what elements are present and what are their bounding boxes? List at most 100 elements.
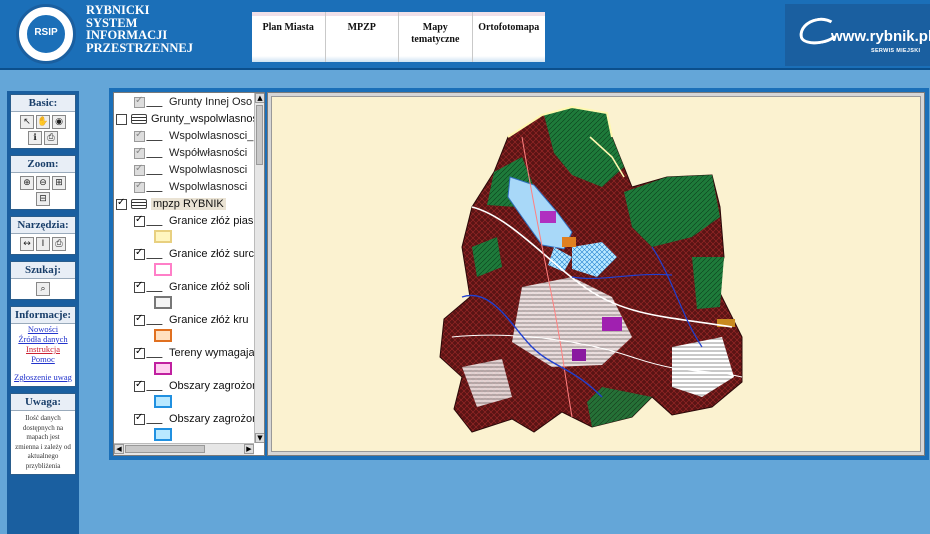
layer-label: Grunty Innej Oso bbox=[169, 96, 253, 108]
layer-label: Grunty_wspolwlasnos bbox=[151, 113, 258, 125]
scroll-thumb[interactable] bbox=[256, 105, 263, 165]
layer-row[interactable]: Granice złóż kru bbox=[134, 313, 248, 327]
layer-label: Granice złóż surc bbox=[169, 248, 254, 260]
layer-checkbox[interactable] bbox=[134, 313, 145, 326]
layer-icon bbox=[146, 216, 168, 226]
legend-swatch bbox=[154, 296, 172, 309]
layer-icon bbox=[146, 249, 168, 259]
link-nowosci[interactable]: Nowości bbox=[11, 324, 75, 334]
tab-mpzp[interactable]: MPZP bbox=[325, 12, 399, 62]
site-title-line: RYBNICKI bbox=[86, 3, 150, 17]
layer-label: Wspolwlasnosci bbox=[169, 164, 248, 176]
scroll-right-arrow-icon[interactable]: ▶ bbox=[244, 444, 254, 454]
rsip-logo[interactable]: RSIP bbox=[16, 4, 76, 64]
layer-row[interactable]: mpzp RYBNIK bbox=[116, 197, 226, 211]
link-zrodla-danych[interactable]: Źródła danych bbox=[11, 334, 75, 344]
layer-checkbox[interactable] bbox=[134, 214, 145, 227]
layer-row[interactable]: Granice złóż soli bbox=[134, 280, 250, 294]
layer-row[interactable]: Obszary zagrożor bbox=[134, 379, 256, 393]
layer-icon bbox=[146, 381, 168, 391]
layer-label: Wspolwlasnosci bbox=[169, 181, 248, 193]
pan-hand-icon[interactable]: ✋ bbox=[36, 115, 50, 129]
layer-icon bbox=[146, 97, 168, 107]
print-icon[interactable]: ⎙ bbox=[44, 131, 58, 145]
layer-row[interactable]: Tereny wymagaja bbox=[134, 346, 255, 360]
link-instrukcja[interactable]: Instrukcja bbox=[11, 344, 75, 354]
layer-checkbox[interactable] bbox=[134, 180, 145, 193]
layer-icon bbox=[146, 315, 168, 325]
layer-checkbox[interactable] bbox=[116, 197, 127, 210]
measure-icon[interactable]: ↔ bbox=[20, 237, 34, 251]
layer-checkbox[interactable] bbox=[134, 280, 145, 293]
layer-icon bbox=[146, 282, 168, 292]
layer-checkbox[interactable] bbox=[134, 163, 145, 176]
zoom-in-icon[interactable]: ⊕ bbox=[20, 176, 34, 190]
map-svg bbox=[439, 105, 743, 433]
panel-search: Szukaj: ⌕ bbox=[10, 261, 76, 300]
layer-row[interactable]: Granice złóż pias bbox=[134, 214, 253, 228]
layer-tree-horizontal-scrollbar[interactable]: ◀ ▶ bbox=[114, 443, 254, 455]
rybnik-brand-logo[interactable]: www.rybnik.pl SERWIS MIEJSKI bbox=[785, 4, 930, 66]
layer-checkbox[interactable] bbox=[134, 412, 145, 425]
layer-row[interactable]: Wspolwlasnosci_ bbox=[134, 129, 253, 143]
map-frame: Grunty Innej Oso Grunty_wspolwlasnos Wspol… bbox=[109, 88, 929, 460]
left-sidebar: Basic: ↖ ✋ ◉ ℹ ⎙ Zoom: ⊕ ⊖ ⊞ ⊟ Narzędzia… bbox=[7, 91, 79, 534]
panel-zoom: Zoom: ⊕ ⊖ ⊞ ⊟ bbox=[10, 155, 76, 210]
identify-icon[interactable]: I bbox=[36, 237, 50, 251]
panel-search-title: Szukaj: bbox=[11, 262, 75, 279]
layer-checkbox[interactable] bbox=[134, 129, 145, 142]
search-icon[interactable]: ⌕ bbox=[36, 282, 50, 296]
panel-basic-title: Basic: bbox=[11, 95, 75, 112]
scroll-down-arrow-icon[interactable]: ▼ bbox=[255, 433, 264, 443]
site-title: RYBNICKI SYSTEM INFORMACJI PRZESTRZENNEJ bbox=[86, 4, 226, 54]
tab-plan-miasta[interactable]: Plan Miasta bbox=[252, 12, 326, 62]
scroll-up-arrow-icon[interactable]: ▲ bbox=[255, 93, 264, 103]
layer-checkbox[interactable] bbox=[116, 113, 127, 125]
link-pomoc[interactable]: Pomoc bbox=[11, 354, 75, 364]
panel-info: Informacje: Nowości Źródła danych Instru… bbox=[10, 306, 76, 387]
layer-group-icon bbox=[131, 114, 147, 124]
layer-icon bbox=[146, 182, 168, 192]
layer-group-icon bbox=[131, 199, 147, 209]
legend-swatch bbox=[154, 428, 172, 441]
globe-icon[interactable]: ◉ bbox=[52, 115, 66, 129]
layer-row[interactable]: Granice złóż surc bbox=[134, 247, 254, 261]
layer-tree-vertical-scrollbar[interactable]: ▲ ▼ bbox=[254, 93, 264, 443]
layer-checkbox[interactable] bbox=[134, 346, 145, 359]
tab-mapy-tematyczne[interactable]: Mapy tematyczne bbox=[399, 12, 473, 62]
panel-info-title: Informacje: bbox=[11, 307, 75, 324]
link-zgloszenie-uwag[interactable]: Zgłoszenie uwag bbox=[11, 372, 75, 382]
layer-row[interactable]: Wspolwlasnosci bbox=[134, 180, 247, 194]
layer-row[interactable]: Współwłasności bbox=[134, 146, 247, 160]
layer-checkbox[interactable] bbox=[134, 379, 145, 392]
zoom-out-icon[interactable]: ⊖ bbox=[36, 176, 50, 190]
layer-icon bbox=[146, 165, 168, 175]
legend-swatch bbox=[154, 362, 172, 375]
panel-tools-title: Narzędzia: bbox=[11, 217, 75, 234]
zoom-out-area-icon[interactable]: ⊟ bbox=[36, 192, 50, 206]
tab-mapy-tematyczne-label: Mapy tematyczne bbox=[411, 22, 460, 45]
legend-swatch bbox=[154, 230, 172, 243]
layer-checkbox[interactable] bbox=[134, 95, 145, 108]
print-icon[interactable]: ⎙ bbox=[52, 237, 66, 251]
pointer-icon[interactable]: ↖ bbox=[20, 115, 34, 129]
layer-row[interactable]: Grunty_wspolwlasnos bbox=[116, 112, 258, 126]
legend-swatch bbox=[154, 329, 172, 342]
layer-label: mpzp RYBNIK bbox=[151, 198, 226, 210]
map-canvas[interactable] bbox=[271, 96, 921, 452]
layer-icon bbox=[146, 148, 168, 158]
scroll-left-arrow-icon[interactable]: ◀ bbox=[114, 444, 124, 454]
zoom-in-area-icon[interactable]: ⊞ bbox=[52, 176, 66, 190]
layer-checkbox[interactable] bbox=[134, 247, 145, 260]
layer-row[interactable]: Grunty Innej Oso bbox=[134, 95, 252, 109]
layer-label: Współwłasności bbox=[169, 147, 248, 159]
panel-note-title: Uwaga: bbox=[11, 394, 75, 411]
layer-label: Tereny wymagaja bbox=[169, 347, 255, 359]
zone-magenta bbox=[602, 317, 622, 331]
layer-row[interactable]: Obszary zagrożor bbox=[134, 412, 256, 426]
info-icon[interactable]: ℹ bbox=[28, 131, 42, 145]
layer-checkbox[interactable] bbox=[134, 146, 145, 159]
tab-ortofotomapa[interactable]: Ortofotomapa bbox=[472, 12, 546, 62]
hscroll-thumb[interactable] bbox=[125, 445, 205, 453]
layer-row[interactable]: Wspolwlasnosci bbox=[134, 163, 247, 177]
